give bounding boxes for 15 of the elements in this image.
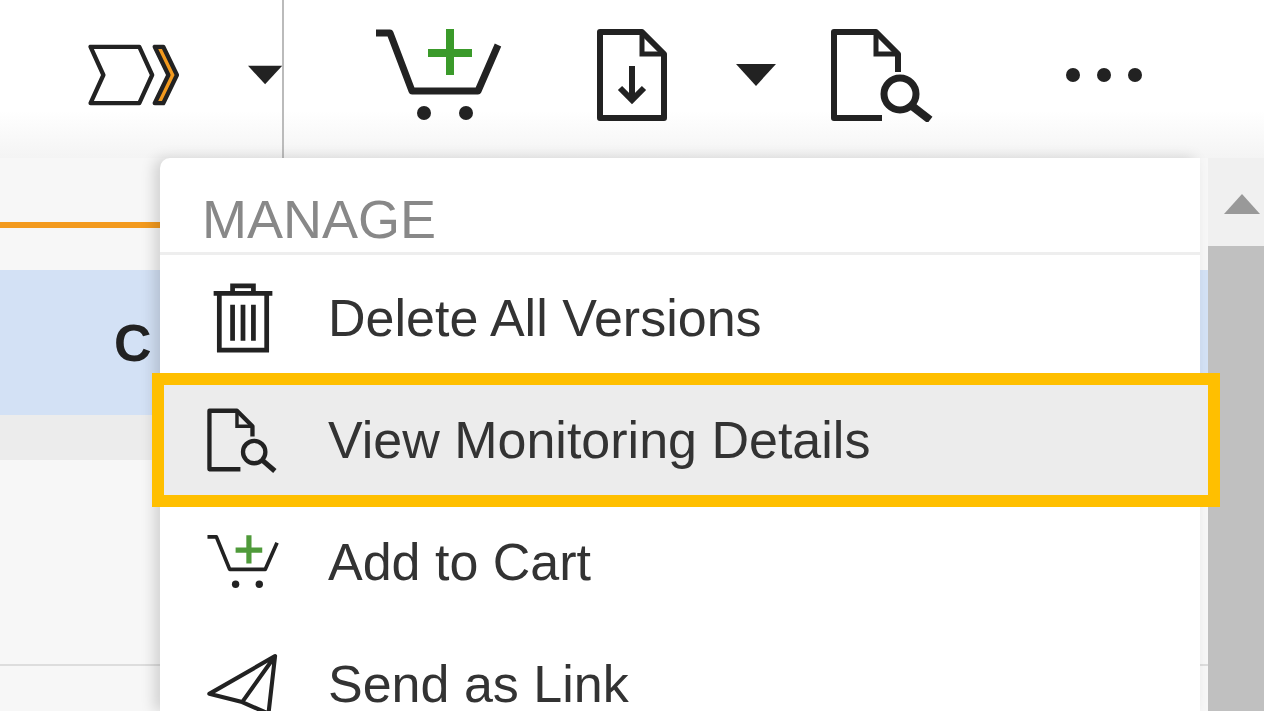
file-download-icon[interactable] (596, 28, 668, 122)
caret-icon[interactable] (247, 64, 282, 86)
more-icon[interactable] (1066, 68, 1142, 82)
scrollbar[interactable] (1208, 158, 1264, 711)
caret-icon[interactable] (736, 64, 776, 86)
menu-header: MANAGE (201, 188, 438, 251)
menu-item-label: View Monitoring Details (328, 410, 871, 470)
menu-item-label: Add to Cart (328, 532, 592, 592)
scrollbar-thumb[interactable] (1208, 246, 1264, 711)
menu-item[interactable]: Delete All Versions (160, 257, 1200, 379)
menu-item[interactable]: Send as Link (160, 623, 1200, 711)
menu-item[interactable]: Add to Cart (160, 501, 1200, 623)
menu-item-label: Delete All Versions (328, 288, 762, 348)
menu-item-label: Send as Link (328, 654, 629, 711)
cart-plus-icon[interactable] (374, 27, 504, 123)
